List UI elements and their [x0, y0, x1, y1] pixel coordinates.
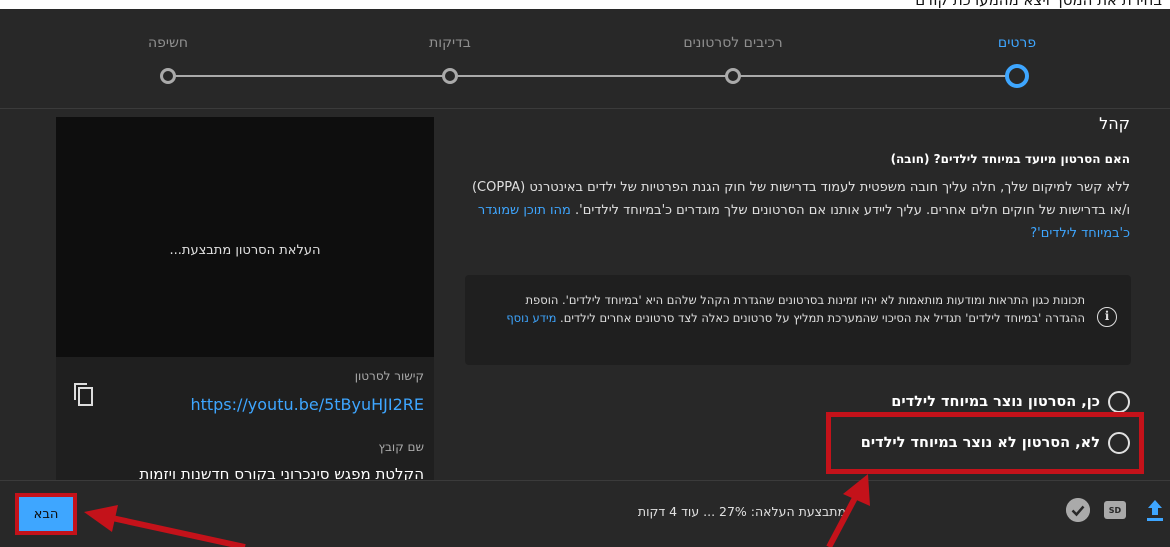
video-preview: העלאת הסרטון מתבצעת...	[56, 117, 434, 357]
top-caption: בחירת את המסך ויצא מהמערכת קודם	[915, 0, 1162, 9]
step-dot-visibility[interactable]	[160, 68, 176, 84]
file-name: הקלטת מפגש סינכרוני בקורס חדשנות ויזמות	[139, 465, 424, 480]
video-link[interactable]: https://youtu.be/5tByuHJI2RE	[190, 395, 424, 414]
audience-description-text: ללא קשר למיקום שלך, חלה עליך חובה משפטית…	[471, 180, 1130, 218]
step-details[interactable]: פרטים	[998, 35, 1036, 51]
video-link-label: קישור לסרטון	[354, 369, 424, 383]
video-details: קישור לסרטון https://youtu.be/5tByuHJI2R…	[56, 357, 434, 480]
step-dot-video-elements[interactable]	[725, 68, 741, 84]
step-dot-details[interactable]	[1005, 64, 1029, 88]
next-button[interactable]: הבא	[15, 493, 77, 535]
info-text: תכונות כגון התראות ומודעות מותאמות לא יה…	[495, 291, 1085, 327]
footer: הבא SD מתבצעת העלאה: 27% ... עוד 4 דקות	[0, 480, 1170, 547]
stepper: פרטים רכיבים לסרטונים בדיקות חשיפה	[0, 9, 1170, 109]
audience-question: האם הסרטון מיועד במיוחד לילדים? (חובה)	[890, 152, 1130, 166]
top-caption-strip: בחירת את המסך ויצא מהמערכת קודם	[0, 0, 1170, 9]
step-dot-checks[interactable]	[442, 68, 458, 84]
step-video-elements[interactable]: רכיבים לסרטונים	[683, 35, 782, 51]
annotation-highlight-no-option	[826, 412, 1144, 474]
upload-processing-text: העלאת הסרטון מתבצעת...	[169, 243, 321, 258]
radio-label-yes[interactable]: כן, הסרטון נוצר במיוחד לילדים	[891, 394, 1100, 410]
sd-icon[interactable]: SD	[1104, 501, 1126, 519]
copy-icon[interactable]	[72, 381, 94, 407]
main-content: קהל האם הסרטון מיועד במיוחד לילדים? (חוב…	[0, 110, 1170, 480]
audience-description: ללא קשר למיקום שלך, חלה עליך חובה משפטית…	[462, 176, 1130, 245]
check-circle-icon[interactable]	[1066, 498, 1090, 522]
file-name-label: שם קובץ	[378, 440, 424, 454]
stepper-line-inactive	[168, 75, 1014, 77]
info-text-body: תכונות כגון התראות ומודעות מותאמות לא יה…	[525, 293, 1086, 325]
step-checks[interactable]: בדיקות	[429, 35, 471, 51]
learn-more-link[interactable]: מידע נוסף	[506, 311, 556, 325]
info-box: i תכונות כגון התראות ומודעות מותאמות לא …	[465, 275, 1131, 365]
radio-circle-yes[interactable]	[1108, 391, 1130, 413]
step-visibility[interactable]: חשיפה	[148, 35, 188, 51]
section-title-audience: קהל	[1099, 114, 1130, 133]
upload-icon[interactable]	[1144, 497, 1166, 523]
info-icon: i	[1097, 307, 1117, 327]
upload-status-text: מתבצעת העלאה: 27% ... עוד 4 דקות	[637, 504, 846, 519]
